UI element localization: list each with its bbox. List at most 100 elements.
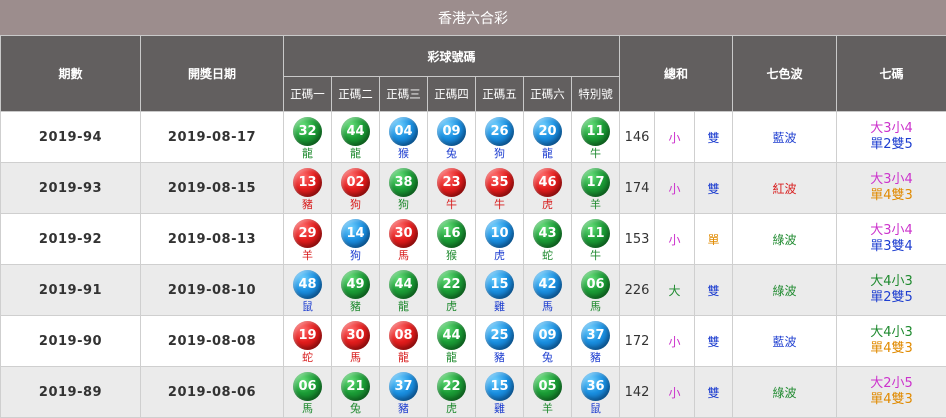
header-wave: 七色波 (733, 36, 837, 112)
size-label: 小 (669, 182, 681, 196)
lottery-ball: 06 (293, 372, 322, 401)
lottery-ball: 11 (581, 219, 610, 248)
parity-label: 雙 (708, 386, 720, 400)
parity-label: 雙 (708, 131, 720, 145)
zodiac-label: 雞 (476, 402, 523, 415)
lottery-ball: 43 (533, 219, 562, 248)
wave-cell: 綠波 (733, 265, 837, 316)
zodiac-label: 牛 (572, 147, 619, 160)
size-cell: 小 (655, 214, 695, 265)
qima-size: 大4小3 (837, 325, 946, 341)
ball-cell: 09兔 (524, 316, 572, 367)
ball-cell: 21兔 (332, 367, 380, 418)
qima-parity: 單3雙4 (837, 239, 946, 255)
zodiac-label: 猴 (380, 147, 427, 160)
lottery-ball: 06 (581, 270, 610, 299)
lottery-ball: 26 (485, 117, 514, 146)
ball-cell: 49豬 (332, 265, 380, 316)
size-label: 大 (669, 284, 681, 298)
zodiac-label: 鼠 (572, 402, 619, 415)
sum-cell: 153 (620, 214, 655, 265)
parity-cell: 雙 (695, 265, 733, 316)
parity-cell: 單 (695, 214, 733, 265)
wave-cell: 紅波 (733, 163, 837, 214)
wave-label: 綠波 (773, 386, 797, 400)
zodiac-label: 狗 (332, 198, 379, 211)
zodiac-label: 兔 (332, 402, 379, 415)
qima-parity: 單4雙3 (837, 341, 946, 357)
parity-label: 單 (708, 233, 720, 247)
sum-value: 172 (625, 334, 650, 349)
qima-cell: 大4小3單4雙3 (837, 316, 946, 367)
parity-label: 雙 (708, 284, 720, 298)
ball-cell: 02狗 (332, 163, 380, 214)
header-ball-5: 正碼五 (476, 77, 524, 112)
lottery-ball: 44 (389, 270, 418, 299)
zodiac-label: 豬 (572, 351, 619, 364)
wave-label: 紅波 (773, 182, 797, 196)
size-cell: 小 (655, 163, 695, 214)
zodiac-label: 馬 (572, 300, 619, 313)
zodiac-label: 狗 (476, 147, 523, 160)
lottery-ball: 11 (581, 117, 610, 146)
lottery-ball: 46 (533, 168, 562, 197)
lottery-ball: 37 (581, 321, 610, 350)
lottery-ball: 08 (389, 321, 418, 350)
page-title: 香港六合彩 (0, 0, 946, 35)
lottery-ball: 37 (389, 372, 418, 401)
zodiac-label: 蛇 (284, 351, 331, 364)
zodiac-label: 馬 (284, 402, 331, 415)
ball-cell: 44龍 (428, 316, 476, 367)
ball-cell: 48鼠 (284, 265, 332, 316)
lottery-ball: 16 (437, 219, 466, 248)
ball-cell: 05羊 (524, 367, 572, 418)
sum-cell: 172 (620, 316, 655, 367)
lottery-ball: 48 (293, 270, 322, 299)
issue-cell: 2019-94 (1, 112, 141, 163)
qima-size: 大2小5 (837, 376, 946, 392)
qima-parity: 單2雙5 (837, 137, 946, 153)
date-cell: 2019-08-08 (141, 316, 284, 367)
ball-cell: 04猴 (380, 112, 428, 163)
wave-label: 綠波 (773, 284, 797, 298)
qima-cell: 大2小5單4雙3 (837, 367, 946, 418)
size-label: 小 (669, 386, 681, 400)
table-row: 2019-942019-08-1732龍44龍04猴09兔26狗20龍11牛14… (1, 112, 946, 163)
lottery-ball: 20 (533, 117, 562, 146)
lottery-ball: 05 (533, 372, 562, 401)
zodiac-label: 兔 (524, 351, 571, 364)
zodiac-label: 牛 (572, 249, 619, 262)
date-cell: 2019-08-15 (141, 163, 284, 214)
lottery-ball: 02 (341, 168, 370, 197)
qima-cell: 大4小3單2雙5 (837, 265, 946, 316)
zodiac-label: 龍 (284, 147, 331, 160)
ball-cell: 10虎 (476, 214, 524, 265)
wave-label: 藍波 (773, 131, 797, 145)
lottery-ball: 09 (437, 117, 466, 146)
zodiac-label: 鼠 (284, 300, 331, 313)
table-row: 2019-902019-08-0819蛇30馬08龍44龍25豬09兔37豬17… (1, 316, 946, 367)
ball-cell: 26狗 (476, 112, 524, 163)
ball-cell: 44龍 (380, 265, 428, 316)
lottery-ball: 15 (485, 372, 514, 401)
size-label: 小 (669, 335, 681, 349)
ball-cell: 06馬 (284, 367, 332, 418)
lottery-ball: 30 (341, 321, 370, 350)
ball-cell: 11牛 (572, 214, 620, 265)
ball-cell: 22虎 (428, 367, 476, 418)
qima-size: 大4小3 (837, 274, 946, 290)
ball-cell: 43蛇 (524, 214, 572, 265)
zodiac-label: 龍 (380, 300, 427, 313)
issue-cell: 2019-92 (1, 214, 141, 265)
header-issue: 期數 (1, 36, 141, 112)
lottery-ball: 32 (293, 117, 322, 146)
header-date: 開獎日期 (141, 36, 284, 112)
zodiac-label: 牛 (428, 198, 475, 211)
zodiac-label: 虎 (428, 300, 475, 313)
table-row: 2019-932019-08-1513豬02狗38狗23牛35牛46虎17羊17… (1, 163, 946, 214)
results-body: 2019-942019-08-1732龍44龍04猴09兔26狗20龍11牛14… (1, 112, 946, 418)
lottery-ball: 35 (485, 168, 514, 197)
size-cell: 小 (655, 316, 695, 367)
ball-cell: 25豬 (476, 316, 524, 367)
ball-cell: 11牛 (572, 112, 620, 163)
